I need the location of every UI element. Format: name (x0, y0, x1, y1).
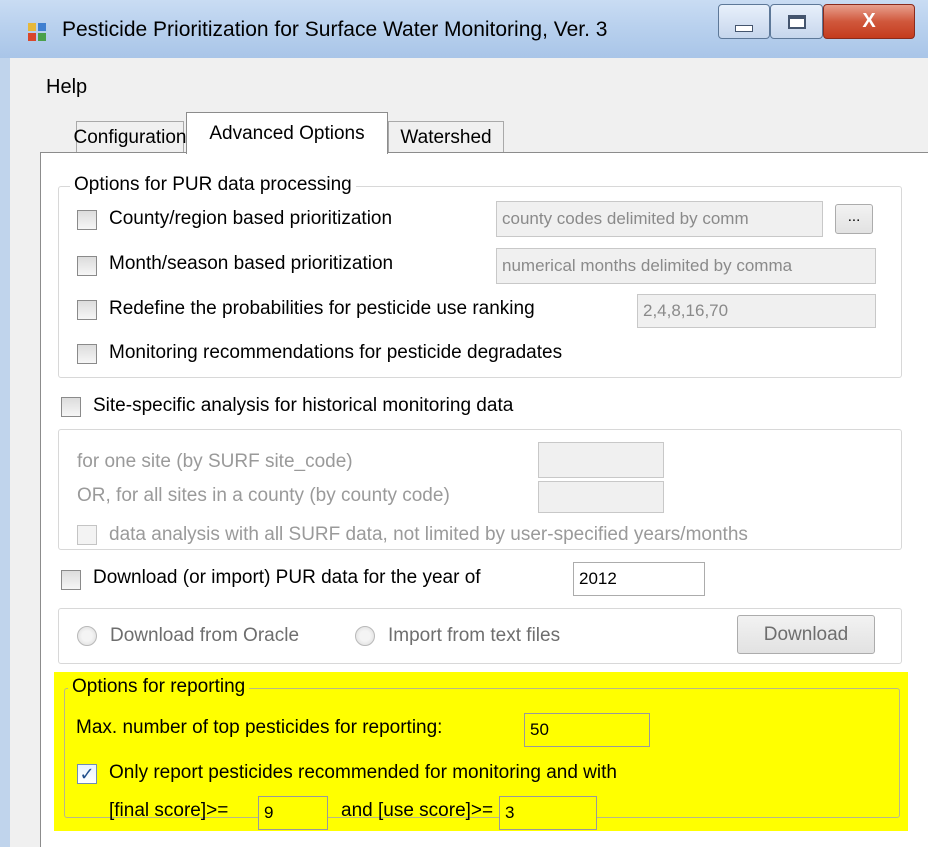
app-icon (28, 23, 46, 41)
max-pesticides-label: Max. number of top pesticides for report… (76, 717, 443, 738)
county-code-input[interactable] (538, 481, 664, 513)
download-checkbox[interactable] (61, 570, 81, 590)
county-sites-label: OR, for all sites in a county (by county… (77, 485, 450, 506)
only-report-checkbox[interactable]: ✓ (77, 764, 97, 784)
all-surf-data-checkbox[interactable] (77, 525, 97, 545)
reporting-legend: Options for reporting (68, 676, 250, 698)
all-surf-data-label: data analysis with all SURF data, not li… (109, 524, 748, 545)
county-checkbox[interactable] (77, 210, 97, 230)
download-label: Download (or import) PUR data for the ye… (93, 567, 481, 588)
window-frame-edge (0, 58, 10, 847)
final-score-input[interactable]: 9 (258, 796, 328, 830)
import-text-radio[interactable] (355, 626, 375, 646)
probabilities-input[interactable]: 2,4,8,16,70 (637, 294, 876, 328)
close-button[interactable]: X (823, 4, 915, 39)
download-oracle-label: Download from Oracle (110, 625, 300, 646)
probabilities-label: Redefine the probabilities for pesticide… (109, 298, 535, 319)
minimize-button[interactable] (718, 4, 770, 39)
use-score-input[interactable]: 3 (499, 796, 597, 830)
final-score-label: [final score]>= (109, 800, 229, 821)
probabilities-checkbox[interactable] (77, 300, 97, 320)
app-window: Pesticide Prioritization for Surface Wat… (0, 0, 928, 847)
degradates-checkbox[interactable] (77, 344, 97, 364)
month-label: Month/season based prioritization (109, 253, 394, 274)
menu-help[interactable]: Help (46, 76, 87, 99)
close-icon: X (862, 10, 876, 32)
tab-watershed[interactable]: Watershed (388, 121, 504, 153)
month-input[interactable]: numerical months delimited by comma (496, 248, 876, 284)
use-score-label: and [use score]>= (341, 800, 494, 821)
maximize-icon (787, 14, 806, 29)
month-checkbox[interactable] (77, 256, 97, 276)
minimize-icon (735, 25, 753, 32)
browse-county-button[interactable]: ... (835, 204, 873, 234)
only-report-label: Only report pesticides recommended for m… (109, 762, 617, 783)
pur-options-legend: Options for PUR data processing (70, 174, 356, 196)
tab-configuration[interactable]: Configuration (73, 121, 187, 153)
one-site-label: for one site (by SURF site_code) (77, 451, 353, 472)
title-bar[interactable]: Pesticide Prioritization for Surface Wat… (0, 0, 928, 58)
window-title: Pesticide Prioritization for Surface Wat… (62, 18, 608, 41)
county-codes-input[interactable]: county codes delimited by comm (496, 201, 823, 237)
maximize-button[interactable] (770, 4, 823, 39)
reporting-group (64, 688, 900, 818)
tab-advanced-options[interactable]: Advanced Options (186, 112, 388, 154)
year-input[interactable]: 2012 (573, 562, 705, 596)
import-text-label: Import from text files (388, 625, 561, 646)
site-specific-label: Site-specific analysis for historical mo… (93, 395, 514, 416)
max-pesticides-input[interactable]: 50 (524, 713, 650, 747)
county-label: County/region based prioritization (109, 208, 393, 229)
degradates-label: Monitoring recommendations for pesticide… (109, 342, 563, 363)
site-specific-checkbox[interactable] (61, 397, 81, 417)
site-code-input[interactable] (538, 442, 664, 478)
download-oracle-radio[interactable] (77, 626, 97, 646)
download-button[interactable]: Download (737, 615, 875, 654)
